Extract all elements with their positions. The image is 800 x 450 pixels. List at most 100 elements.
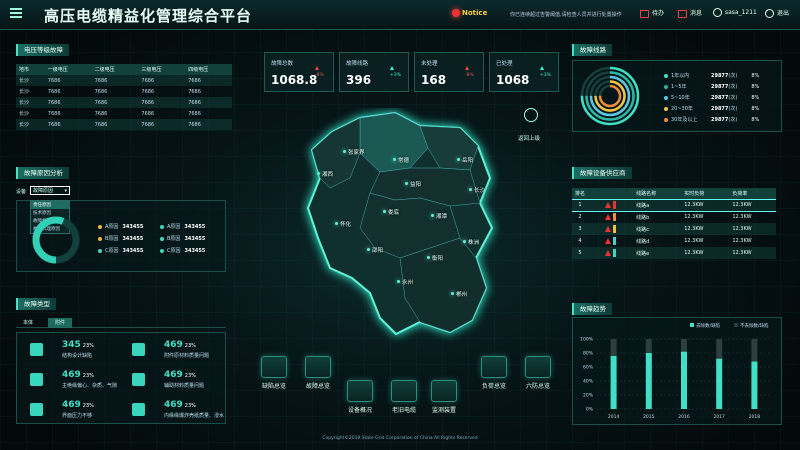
map-city[interactable]: 张家界: [343, 148, 365, 156]
table-row[interactable]: 4 线路d 12.3KW 12.3KW: [572, 235, 776, 247]
nav-button[interactable]: 设备概况: [340, 380, 380, 414]
nav-button[interactable]: 故障总览: [298, 356, 338, 390]
legend-unit: (次): [728, 84, 738, 90]
stat-change: -8%: [465, 73, 474, 78]
map-city[interactable]: 株洲: [463, 238, 479, 246]
fault-type-item[interactable]: 345 23% 结构设计缺陷: [62, 340, 94, 359]
map-city[interactable]: 娄底: [383, 208, 399, 216]
fault-type-item[interactable]: 469 23% 界面压力不够: [62, 400, 94, 419]
table-row[interactable]: 1 线路a 12.3KW 12.3KW: [572, 198, 776, 212]
table-row[interactable]: 长沙 7686 7686 7686 7686: [16, 119, 232, 130]
nav-button[interactable]: 缺陷总览: [254, 356, 294, 390]
load-value: 12.3KW: [684, 214, 704, 221]
table-cell: 7686: [94, 110, 108, 117]
table-row[interactable]: 长沙 7686 7686 7686 7686: [16, 86, 232, 97]
fault-type-item[interactable]: 469 23% 内缘缘爆炸壳纸质量、浸水: [164, 400, 224, 419]
back-label[interactable]: 返回上级: [518, 134, 540, 142]
legend-dot: [160, 248, 164, 253]
table-row[interactable]: 长沙 7686 7686 7686 7686: [16, 75, 232, 86]
map-city[interactable]: 湘潭: [431, 212, 448, 220]
legend-value: 343455: [122, 236, 144, 242]
nav-label: 缺陷总览: [261, 383, 286, 390]
table-cell: 长沙: [16, 75, 45, 86]
fault-type-item[interactable]: 469 23% 附件原材料质量问题: [164, 340, 209, 359]
stat-card[interactable]: 故障总数 1068.8 -8%: [264, 52, 334, 92]
bar-not-removed[interactable]: [716, 339, 723, 359]
map-city[interactable]: 岳阳: [457, 156, 473, 164]
table-cell: 7686: [185, 119, 232, 130]
legend-name: A原因: [167, 224, 181, 230]
table-header: 实时负荷: [681, 188, 730, 199]
cause-select[interactable]: 故障原因 ▾: [30, 186, 70, 195]
bar-not-removed[interactable]: [610, 339, 617, 356]
load-rate: 12.3KW: [732, 214, 752, 221]
map-city[interactable]: 郴州: [451, 290, 467, 298]
city-label: 湘潭: [436, 214, 448, 220]
legend-pct: 8%: [751, 106, 760, 112]
city-label: 益阳: [410, 182, 422, 188]
map-city[interactable]: 湘西: [317, 170, 333, 178]
bar-removed[interactable]: [716, 358, 723, 409]
table-cell: 7686: [91, 97, 139, 108]
table-row[interactable]: 2 线路b 12.3KW 12.3KW: [572, 211, 776, 223]
rank-cell: 3: [572, 223, 602, 235]
menu-icon[interactable]: [10, 8, 22, 18]
map-city[interactable]: 永州: [397, 278, 413, 286]
stat-card[interactable]: 故障线路 396 +3%: [339, 52, 409, 92]
user-button[interactable]: sasa_1211: [713, 8, 757, 17]
hunan-map[interactable]: [300, 108, 500, 348]
map-city[interactable]: 怀化: [335, 220, 351, 228]
nav-icon: [305, 356, 331, 378]
cause-select-value: 故障原因: [33, 188, 54, 194]
city-dot: [393, 158, 396, 161]
bar-not-removed[interactable]: [645, 339, 652, 353]
tab-body[interactable]: 本体: [16, 319, 40, 326]
fault-type-item[interactable]: 469 23% 辅助材料质量问题: [164, 370, 204, 389]
line-legend-item: 1年以内 29877(次) 8%: [664, 72, 782, 79]
bar-not-removed[interactable]: [681, 339, 687, 352]
warning-icon: [604, 214, 611, 221]
city-label: 张家界: [348, 150, 365, 156]
legend-name: 30年及以上: [671, 117, 698, 123]
fault-type-item[interactable]: 469 23% 主绝缘偏心、杂质、气隙: [62, 370, 117, 389]
nav-button[interactable]: 监测装置: [424, 380, 464, 414]
table-row[interactable]: 3 线路c 12.3KW 12.3KW: [572, 223, 776, 235]
logout-button[interactable]: 退出: [765, 8, 789, 18]
todo-button[interactable]: 待办: [640, 8, 664, 18]
legend-dot: [664, 106, 668, 111]
nav-button[interactable]: 六防总览: [518, 356, 558, 390]
bar-not-removed[interactable]: [751, 339, 758, 362]
tab-accessory[interactable]: 附件: [48, 318, 72, 328]
city-label: 衡阳: [432, 256, 444, 262]
table-row[interactable]: 长沙 7686 7686 7686 7686: [16, 97, 232, 108]
warning-icon: [604, 226, 611, 232]
bar-removed[interactable]: [610, 355, 617, 409]
map-city[interactable]: 衡阳: [427, 254, 444, 262]
nav-button[interactable]: 负荷总览: [474, 356, 514, 390]
legend-item: A原因 343455: [160, 223, 205, 230]
table-row[interactable]: 长沙 7686 7686 7686 7686: [16, 108, 232, 119]
map-city[interactable]: 长沙: [469, 186, 485, 194]
message-button[interactable]: 消息: [678, 8, 702, 18]
table-header: 一级电压: [44, 64, 92, 75]
stat-card[interactable]: 未处理 168 -8%: [414, 52, 484, 92]
dropdown-option[interactable]: 责任原因: [31, 201, 69, 209]
nav-button[interactable]: 老旧电缆: [384, 380, 424, 414]
load-rate: 12.3KW: [729, 198, 776, 212]
map-city[interactable]: 邵阳: [367, 246, 383, 254]
city-label: 常德: [398, 158, 410, 164]
bar-removed[interactable]: [751, 361, 758, 409]
bar-removed[interactable]: [681, 351, 687, 409]
level-bar: [612, 225, 616, 233]
table-header: 线路名称: [633, 188, 682, 199]
type-tabs: 本体 附件: [16, 318, 226, 328]
legend-item: A原因 343455: [98, 223, 143, 230]
table-row[interactable]: 5 线路e 12.3KW 12.3KW: [572, 247, 776, 259]
table-cell: 7686: [185, 97, 232, 108]
map-city[interactable]: 常德: [393, 156, 410, 164]
table-cell: 长沙: [19, 89, 30, 95]
map-city[interactable]: 益阳: [405, 180, 422, 188]
bar-removed[interactable]: [645, 353, 652, 409]
notice-text[interactable]: 你已连续超过告警阈值,请检查人员并进行处置操作: [510, 11, 622, 18]
stat-card[interactable]: 已处理 1068 +3%: [489, 52, 559, 92]
